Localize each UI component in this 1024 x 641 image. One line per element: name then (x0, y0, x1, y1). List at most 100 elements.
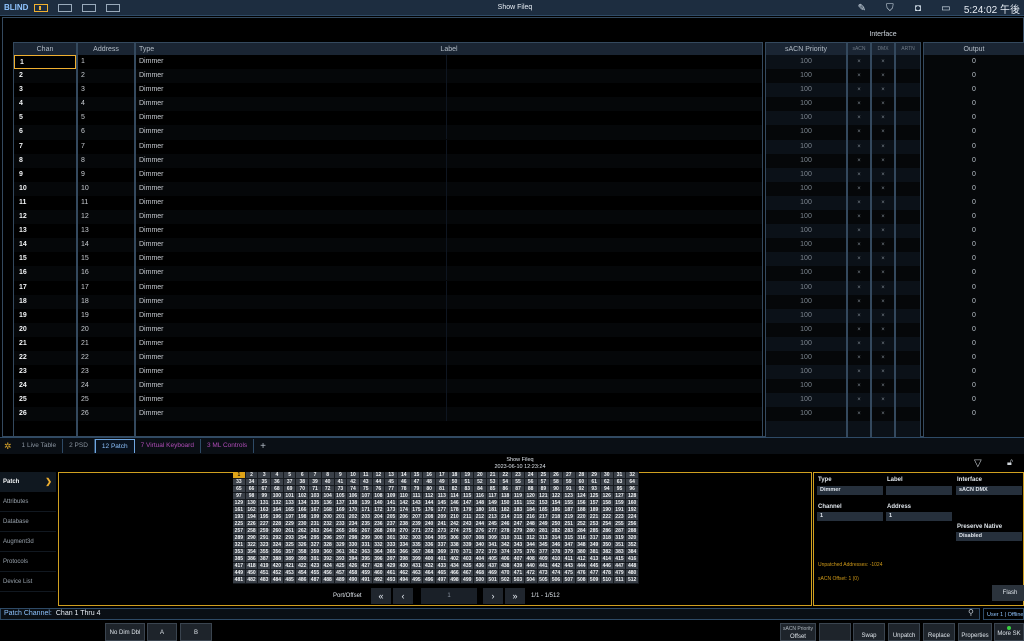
address-cell-288[interactable]: 288 (626, 528, 639, 535)
address-cell-443[interactable]: 443 (562, 563, 576, 570)
address-cell-438[interactable]: 438 (499, 563, 513, 570)
address-cell-214[interactable]: 214 (499, 514, 513, 521)
sacn-cell[interactable]: × (848, 281, 870, 295)
address-cell-6[interactable]: 6 (296, 472, 310, 479)
address-cell-464[interactable]: 464 (423, 570, 436, 577)
address-cell-26[interactable]: 26 (550, 472, 563, 479)
sacn-priority-cell[interactable]: 100 (766, 55, 846, 69)
address-cell-77[interactable]: 77 (385, 486, 398, 493)
address-cell-303[interactable]: 303 (410, 535, 424, 542)
address-cell-332[interactable]: 332 (372, 542, 386, 549)
unpatch-button[interactable]: Unpatch (888, 623, 920, 641)
tab-4-icon[interactable] (106, 3, 120, 12)
first-page-button[interactable]: « (371, 588, 391, 604)
address-cell-188[interactable]: 188 (575, 507, 589, 514)
chan-cell[interactable]: 9 (14, 168, 76, 182)
address-cell-307[interactable]: 307 (461, 535, 475, 542)
address-cell[interactable]: 9 (78, 168, 134, 182)
address-cell-205[interactable]: 205 (385, 514, 398, 521)
artnet-cell[interactable] (896, 210, 920, 225)
address-cell-383[interactable]: 383 (613, 549, 627, 556)
address-cell-208[interactable]: 208 (423, 514, 436, 521)
address-cell-129[interactable]: 129 (233, 500, 246, 507)
chan-cell[interactable]: 11 (14, 196, 76, 210)
dmx-cell[interactable]: × (872, 153, 894, 168)
address-cell-240[interactable]: 240 (423, 521, 436, 528)
type-cell[interactable]: Dimmer (136, 153, 762, 168)
address-cell-235[interactable]: 235 (359, 521, 373, 528)
address-cell-335[interactable]: 335 (410, 542, 424, 549)
address-cell-379[interactable]: 379 (562, 549, 576, 556)
address-cell-206[interactable]: 206 (397, 514, 411, 521)
artnet-cell[interactable] (896, 252, 920, 266)
address-cell-134[interactable]: 134 (296, 500, 310, 507)
address-cell[interactable]: 5 (78, 111, 134, 125)
address-cell-183[interactable]: 183 (512, 507, 525, 514)
chan-cell[interactable]: 25 (14, 393, 76, 407)
network-icon[interactable]: ⛉ (876, 3, 904, 14)
address-cell-167[interactable]: 167 (309, 507, 322, 514)
tab-1-icon[interactable] (34, 3, 48, 12)
address-cell-218[interactable]: 218 (550, 514, 563, 521)
address-cell-313[interactable]: 313 (537, 535, 551, 542)
address-cell-192[interactable]: 192 (626, 507, 639, 514)
type-cell[interactable]: Dimmer (136, 167, 762, 182)
sacn-cell[interactable]: × (848, 294, 870, 309)
address-cell[interactable]: 10 (78, 181, 134, 196)
address-cell-262[interactable]: 262 (296, 528, 310, 535)
address-cell-70[interactable]: 70 (296, 486, 310, 493)
address-cell-500[interactable]: 500 (474, 577, 487, 584)
address-cell-502[interactable]: 502 (499, 577, 513, 584)
address-cell-105[interactable]: 105 (334, 493, 348, 500)
address-cell-21[interactable]: 21 (486, 472, 500, 479)
address-cell-376[interactable]: 376 (524, 549, 538, 556)
address-cell-133[interactable]: 133 (283, 500, 297, 507)
address-cell-329[interactable]: 329 (334, 542, 348, 549)
address-cell-320[interactable]: 320 (626, 535, 639, 542)
address-cell-357[interactable]: 357 (283, 549, 297, 556)
address-cell-198[interactable]: 198 (296, 514, 310, 521)
address-cell-350[interactable]: 350 (600, 542, 614, 549)
sacn-cell[interactable]: × (848, 407, 870, 422)
address-cell-10[interactable]: 10 (347, 472, 360, 479)
address-cell-103[interactable]: 103 (309, 493, 322, 500)
address-cell-437[interactable]: 437 (486, 563, 500, 570)
address-cell-365[interactable]: 365 (385, 549, 398, 556)
address-cell-43[interactable]: 43 (359, 479, 373, 486)
address-cell-201[interactable]: 201 (334, 514, 348, 521)
address-cell[interactable]: 16 (78, 266, 134, 281)
address-cell-32[interactable]: 32 (626, 472, 639, 479)
address-cell-458[interactable]: 458 (347, 570, 360, 577)
type-cell[interactable]: Dimmer (136, 266, 762, 281)
sacn-priority-cell[interactable]: 100 (766, 140, 846, 154)
address-cell[interactable]: 18 (78, 294, 134, 309)
address-cell-316[interactable]: 316 (575, 535, 589, 542)
sacn-priority-cell[interactable]: 100 (766, 125, 846, 140)
flash-button[interactable]: Flash (992, 585, 1024, 601)
dmx-cell[interactable]: × (872, 393, 894, 407)
address-cell-128[interactable]: 128 (626, 493, 639, 500)
address-cell-54[interactable]: 54 (499, 479, 513, 486)
address-cell-407[interactable]: 407 (512, 556, 525, 563)
address-cell-179[interactable]: 179 (461, 507, 475, 514)
address-cell-308[interactable]: 308 (474, 535, 487, 542)
address-cell-180[interactable]: 180 (474, 507, 487, 514)
address-cell-462[interactable]: 462 (397, 570, 411, 577)
tab-2-icon[interactable] (58, 3, 72, 12)
sidebar-item-patch[interactable]: Patch (0, 472, 56, 492)
address-cell-104[interactable]: 104 (321, 493, 335, 500)
address-cell-203[interactable]: 203 (359, 514, 373, 521)
address-cell-165[interactable]: 165 (283, 507, 297, 514)
address-cell-137[interactable]: 137 (334, 500, 348, 507)
address-cell-248[interactable]: 248 (524, 521, 538, 528)
chan-cell[interactable]: 24 (14, 379, 76, 394)
address-cell-255[interactable]: 255 (613, 521, 627, 528)
address-cell-241[interactable]: 241 (436, 521, 449, 528)
address-cell-377[interactable]: 377 (537, 549, 551, 556)
address-cell-441[interactable]: 441 (537, 563, 551, 570)
address-cell-75[interactable]: 75 (359, 486, 373, 493)
address-cell-63[interactable]: 63 (613, 479, 627, 486)
address-cell-494[interactable]: 494 (397, 577, 411, 584)
address-cell-334[interactable]: 334 (397, 542, 411, 549)
address-cell-15[interactable]: 15 (410, 472, 424, 479)
